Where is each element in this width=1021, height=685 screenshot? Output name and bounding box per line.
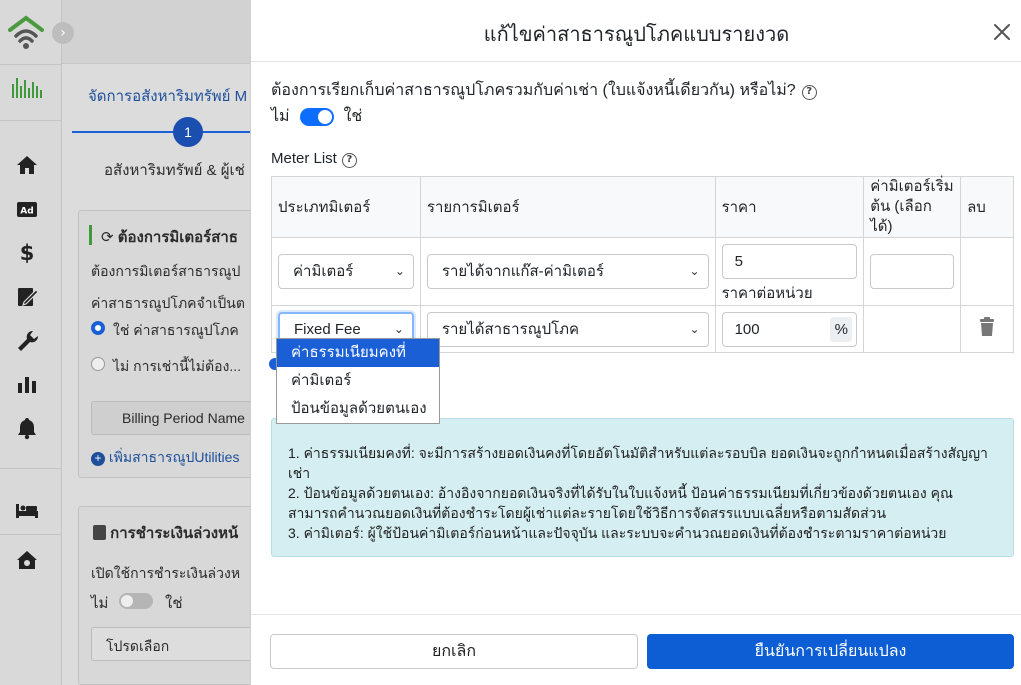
start-value-cell-empty <box>863 305 962 353</box>
dropdown-option-fixed-fee[interactable]: ค่าธรรมเนียมคงที่ <box>277 339 439 367</box>
radio-yes-label: ใช่ ค่าสาธารณูปโภค <box>113 322 239 338</box>
meter-list-label: Meter List? <box>271 150 357 168</box>
info-box: 1. ค่าธรรมเนียมคงที่: จะมีการสร้างยอดเงิ… <box>271 418 1014 557</box>
ad-icon-text: Ad <box>20 207 33 217</box>
meter-item-select[interactable]: รายได้จากแก๊ส-ค่ามิเตอร์ ⌄ <box>426 254 709 289</box>
combine-billing-toggle-row: ไม่ ใช่ <box>271 104 362 129</box>
meter-question: ต้องการมิเตอร์สาธารณูป <box>91 263 241 279</box>
info-line: 3. ค่ามิเตอร์: ผู้ใช้ป้อนค่ามิเตอร์ก่อนห… <box>288 525 947 541</box>
meter-type-select[interactable]: ค่ามิเตอร์ ⌄ <box>278 254 414 289</box>
prepay-yes-label: ใช่ <box>165 595 183 612</box>
info-line: 2. ป้อนข้อมูลด้วยตนเอง: อ้างอิงจากยอดเงิ… <box>288 485 953 521</box>
dollar-icon[interactable]: $ <box>14 239 40 265</box>
meter-card-title: ⟳ ต้องการมิเตอร์สาธ <box>101 229 238 246</box>
enable-prepay-label: เปิดใช้การชำระเงินล่วงห <box>91 565 241 581</box>
confirm-changes-button[interactable]: ยืนยันการเปลี่ยนแปลง <box>647 634 1014 669</box>
plus-circle-icon: + <box>91 452 105 466</box>
dropdown-option-manual-entry[interactable]: ป้อนข้อมูลด้วยตนเอง <box>277 395 439 423</box>
table-header-row: ประเภทมิเตอร์ รายการมิเตอร์ ราคา ค่ามิเต… <box>271 176 1014 238</box>
sidebar-divider <box>0 534 62 535</box>
chevron-down-icon: ⌄ <box>689 264 700 278</box>
trash-icon[interactable] <box>978 317 996 337</box>
refresh-icon: ⟳ <box>101 229 118 246</box>
price-input[interactable]: 100 % <box>721 311 858 347</box>
toggle-yes-label: ใช่ <box>343 108 363 125</box>
price-per-unit-note: ราคาต่อหน่วย <box>721 285 813 302</box>
combine-billing-toggle[interactable] <box>299 107 334 126</box>
column-header-delete: ลบ <box>960 176 1014 238</box>
toggle-no-label: ไม่ <box>271 108 290 125</box>
sidebar-divider <box>0 120 62 121</box>
prepay-toggle[interactable] <box>119 593 153 609</box>
step-indicator: 1 <box>173 117 203 147</box>
delete-cell-empty <box>960 237 1014 306</box>
table-row: ค่ามิเตอร์ ⌄ รายได้จากแก๊ส-ค่ามิเตอร์ ⌄ 5 … <box>271 237 1014 306</box>
help-icon[interactable]: ? <box>801 85 817 100</box>
cancel-button[interactable]: ยกเลิก <box>270 634 638 669</box>
radio-no-label: ไม่ การเช่านี้ไม่ต้อง... <box>113 358 242 374</box>
modal-footer: ยกเลิก ยืนยันการเปลี่ยนแปลง <box>251 614 1021 685</box>
dropdown-option-meter-value[interactable]: ค่ามิเตอร์ <box>277 367 439 395</box>
modal-header: แก้ไขค่าสาธารณูปโภคแบบรายงวด <box>251 0 1021 62</box>
column-header-price: ราคา <box>714 176 865 238</box>
svg-text:$: $ <box>20 241 35 265</box>
radio-yes[interactable] <box>91 321 105 335</box>
percent-unit: % <box>830 316 853 342</box>
chevron-down-icon: ⌄ <box>394 264 405 278</box>
prepay-no-label: ไม่ <box>91 595 109 612</box>
column-header-meter-type: ประเภทมิเตอร์ <box>271 176 421 238</box>
payment-card: การชำระเงินล่วงหน้ เปิดใช้การชำระเงินล่ว… <box>78 506 278 685</box>
sidebar-divider <box>0 468 62 469</box>
add-utility-link[interactable]: + เพิ่มสาธารณูปUtilities <box>91 447 239 469</box>
utility-required-label: ค่าสาธารณูปโภคจำเป็นต <box>91 295 245 311</box>
receipt-icon <box>93 525 106 540</box>
info-line: 1. ค่าธรรมเนียมคงที่: จะมีการสร้างยอดเงิ… <box>288 445 988 481</box>
house-settings-icon[interactable] <box>14 547 40 573</box>
payment-card-title: การชำระเงินล่วงหน้ <box>93 521 238 545</box>
column-header-start-value: ค่ามิเตอร์เริ่มต้น (เลือกได้) <box>863 176 962 238</box>
bed-icon[interactable] <box>14 497 40 523</box>
home-icon[interactable] <box>14 152 40 178</box>
column-header-meter-item: รายการมิเตอร์ <box>419 176 716 238</box>
bell-icon[interactable] <box>14 415 40 441</box>
start-value-input[interactable] <box>870 254 955 289</box>
sidebar: Ad $ <box>0 0 62 685</box>
price-input[interactable]: 5 <box>721 244 858 279</box>
wrench-icon[interactable] <box>14 328 40 354</box>
bar-chart-icon[interactable] <box>14 371 40 397</box>
radio-no[interactable] <box>91 357 105 371</box>
close-icon[interactable] <box>990 20 1014 44</box>
edit-document-icon[interactable] <box>14 284 40 310</box>
meter-item-select[interactable]: รายได้สาธารณูปโภค ⌄ <box>426 311 709 347</box>
combine-billing-question-text: ต้องการเรียกเก็บค่าสาธารณูปโภครวมกับค่าเ… <box>271 82 796 99</box>
sidebar-divider <box>0 64 62 65</box>
wizard-title: จัดการอสังหาริมทรัพย์ M <box>88 88 248 105</box>
sidebar-collapse-button[interactable]: › <box>52 22 74 44</box>
meter-card: ⟳ ต้องการมิเตอร์สาธ ต้องการมิเตอร์สาธารณ… <box>78 210 278 478</box>
combine-billing-question: ต้องการเรียกเก็บค่าสาธารณูปโภครวมกับค่าเ… <box>271 78 817 103</box>
help-icon[interactable]: ? <box>341 153 357 168</box>
ad-icon[interactable]: Ad <box>14 197 40 223</box>
step-progress-line <box>72 131 250 133</box>
step-label: อสังหาริมทรัพย์ & ผู้เช่ <box>104 162 245 179</box>
brand-mark-icon <box>10 72 46 106</box>
modal-title: แก้ไขค่าสาธารณูปโภคแบบรายงวด <box>483 24 790 46</box>
meter-table: ประเภทมิเตอร์ รายการมิเตอร์ ราคา ค่ามิเต… <box>271 176 1014 353</box>
meter-type-dropdown-menu: ค่าธรรมเนียมคงที่ ค่ามิเตอร์ ป้อนข้อมูลด… <box>276 338 440 424</box>
chevron-down-icon: ⌄ <box>689 321 700 336</box>
wifi-house-logo-icon <box>6 12 46 52</box>
